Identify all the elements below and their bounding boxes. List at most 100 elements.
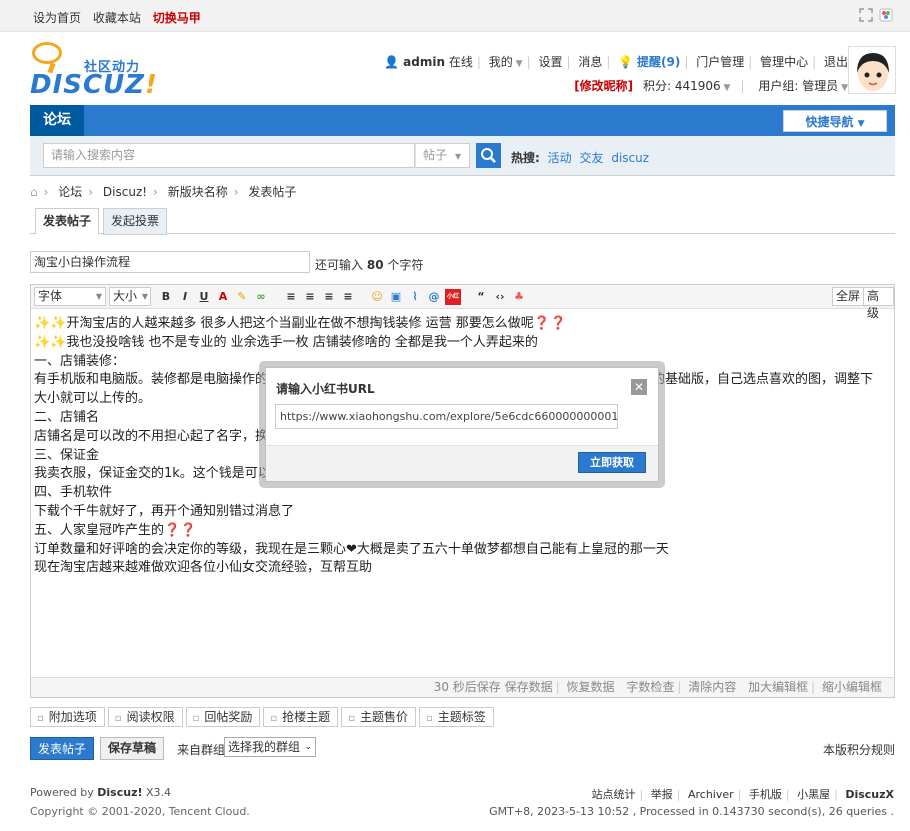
main-nav: 论坛 快捷导航 ▼	[30, 105, 895, 136]
home-icon[interactable]: ⌂	[30, 185, 38, 199]
highlight-icon[interactable]: ✎	[234, 289, 250, 305]
favorite-link[interactable]: 收藏本站	[93, 11, 141, 25]
set-home-link[interactable]: 设为首页	[33, 11, 81, 25]
close-icon[interactable]: ✕	[631, 379, 647, 395]
username-link[interactable]: admin	[403, 55, 445, 69]
align-center-icon[interactable]: ≡	[302, 289, 318, 305]
post-editor: 字体 ▼ 大小 ▼ B I U A ✎ ∞ ≡ ≡ ≡ ≡ ☺ ▣ ⌇ @ 小红书 …	[30, 284, 895, 698]
word-count-link[interactable]: 字数检查	[626, 680, 674, 694]
content-line: 下载个千牛就好了，再开个通知别错过消息了	[34, 503, 295, 519]
chevron-down-icon: ▼	[512, 59, 523, 69]
clear-content-link[interactable]: 清除内容	[688, 680, 736, 694]
quote-icon[interactable]: “	[473, 289, 489, 305]
logout-link[interactable]: 退出	[824, 55, 848, 69]
thread-title-input[interactable]: 淘宝小白操作流程	[30, 251, 310, 273]
option-thread-price[interactable]: 主题售价	[341, 707, 416, 727]
fullscreen-icon[interactable]	[859, 8, 873, 22]
online-status[interactable]: 在线	[449, 55, 473, 69]
footer-link[interactable]: 举报	[651, 788, 673, 801]
font-family-select[interactable]: 字体 ▼	[34, 287, 106, 306]
logo-bubble-icon	[32, 42, 62, 64]
credits-link[interactable]: 积分: 441906	[643, 79, 721, 93]
code-icon[interactable]: ‹›	[492, 289, 508, 305]
font-size-select[interactable]: 大小 ▼	[109, 287, 151, 306]
messages-link[interactable]: 消息	[578, 55, 602, 69]
breadcrumb: ⌂ › 论坛 › Discuz! › 新版块名称 › 发表帖子	[30, 185, 297, 199]
save-draft-button[interactable]: 保存草稿	[100, 737, 164, 760]
remind-link[interactable]: 提醒(9)	[637, 55, 680, 69]
align-right-icon[interactable]: ≡	[321, 289, 337, 305]
option-read-perm[interactable]: 阅读权限	[107, 707, 183, 727]
attachment-icon[interactable]: ⌇	[407, 289, 423, 305]
portal-link[interactable]: 门户管理	[696, 55, 744, 69]
footer-brand-link[interactable]: DiscuzX	[845, 788, 894, 801]
breadcrumb-item[interactable]: 新版块名称	[168, 185, 228, 199]
advanced-button[interactable]: 高级	[863, 287, 894, 320]
save-data-link[interactable]: 保存数据	[505, 680, 553, 694]
italic-icon[interactable]: I	[177, 289, 193, 305]
discuz-link[interactable]: Discuz!	[97, 786, 142, 799]
option-reply-reward[interactable]: 回帖奖励	[185, 707, 261, 727]
search-type-select[interactable]: 帖子 ▼	[415, 143, 470, 168]
breadcrumb-item[interactable]: Discuz!	[103, 185, 147, 199]
fetch-now-button[interactable]: 立即获取	[578, 452, 646, 473]
quick-nav-button[interactable]: 快捷导航 ▼	[783, 110, 887, 132]
underline-icon[interactable]: U	[196, 289, 212, 305]
fullscreen-button[interactable]: 全屏	[832, 287, 865, 306]
option-floor-thread[interactable]: 抢楼主题	[263, 707, 339, 727]
hot-search-item[interactable]: 交友	[579, 151, 603, 165]
align-left-icon[interactable]: ≡	[283, 289, 299, 305]
powered-by: Powered by Discuz! X3.4	[30, 786, 172, 799]
smiley-icon[interactable]: ☺	[369, 289, 385, 305]
footer-link[interactable]: Archiver	[688, 788, 734, 801]
nav-forum[interactable]: 论坛	[30, 105, 84, 136]
url-input[interactable]: https://www.xiaohongshu.com/explore/5e6c…	[275, 404, 618, 429]
credit-rules-link[interactable]: 本版积分规则	[823, 741, 895, 758]
image-icon[interactable]: ▣	[388, 289, 404, 305]
content-line: 五、人家皇冠咋产生的❓❓	[34, 522, 197, 538]
bold-icon[interactable]: B	[158, 289, 174, 305]
title-length-hint: 还可输入 80 个字符	[315, 258, 424, 272]
footer-link[interactable]: 小黑屋	[797, 788, 830, 801]
footer-link[interactable]: 手机版	[749, 788, 782, 801]
tab-new-thread[interactable]: 发表帖子	[35, 208, 99, 235]
rename-link[interactable]: [修改昵称]	[574, 79, 633, 93]
submit-thread-button[interactable]: 发表帖子	[30, 737, 94, 760]
link-icon[interactable]: ∞	[253, 289, 269, 305]
settings-link[interactable]: 设置	[538, 55, 562, 69]
footer-links: 站点统计 | 举报 | Archiver | 手机版 | 小黑屋 | DiscuzX	[591, 788, 894, 801]
hot-search-item[interactable]: discuz	[611, 151, 649, 165]
site-logo[interactable]: 社区动力 DISCUZ!	[30, 42, 170, 100]
option-thread-tags[interactable]: 主题标签	[418, 707, 494, 727]
skin-icon[interactable]	[879, 8, 893, 22]
content-line: 现在淘宝店越来越难做欢迎各位小仙女交流经验，互帮互助	[34, 560, 373, 576]
tab-new-poll[interactable]: 发起投票	[103, 208, 167, 235]
breadcrumb-item[interactable]: 论坛	[58, 185, 82, 199]
restore-data-link[interactable]: 恢复数据	[567, 680, 615, 694]
font-color-icon[interactable]: A	[215, 289, 231, 305]
search-input[interactable]: 请输入搜索内容	[43, 143, 415, 168]
group-select[interactable]: 选择我的群组 ⌄	[224, 737, 316, 757]
user-menu: 👤 admin 在线 | 我的 ▼ | 设置 | 消息 | 💡 提醒(9) | 门户管理 |…	[384, 55, 848, 69]
footer-link[interactable]: 站点统计	[592, 788, 636, 801]
search-button[interactable]	[476, 143, 501, 168]
caret-down-icon: ▼	[455, 152, 462, 161]
top-links: 设为首页 收藏本站 切换马甲	[33, 9, 209, 26]
admin-center-link[interactable]: 管理中心	[760, 55, 808, 69]
user-meta: [修改昵称] 积分: 441906 ▼ | 用户组: 管理员 ▼	[574, 79, 848, 93]
avatar[interactable]	[848, 46, 896, 94]
avatar-face-icon	[849, 47, 895, 93]
shrink-editor-link[interactable]: 缩小编辑框	[822, 680, 882, 694]
xiaohongshu-url-dialog: 请输入小红书URL ✕ https://www.xiaohongshu.com/…	[265, 367, 659, 482]
editor-toolbar: 字体 ▼ 大小 ▼ B I U A ✎ ∞ ≡ ≡ ≡ ≡ ☺ ▣ ⌇ @ 小红书 …	[31, 285, 894, 320]
xiaohongshu-icon[interactable]: 小红书	[445, 289, 461, 316]
mention-icon[interactable]: @	[426, 289, 442, 305]
qq-icon[interactable]: ♣	[511, 289, 527, 305]
align-justify-icon[interactable]: ≡	[340, 289, 356, 305]
switch-skin-link[interactable]: 切换马甲	[153, 11, 201, 25]
enlarge-editor-link[interactable]: 加大编辑框	[748, 680, 808, 694]
usergroup-link[interactable]: 用户组: 管理员	[758, 79, 838, 93]
hot-search-item[interactable]: 活动	[548, 151, 572, 165]
my-menu[interactable]: 我的	[489, 55, 513, 69]
option-extra[interactable]: 附加选项	[30, 707, 105, 727]
